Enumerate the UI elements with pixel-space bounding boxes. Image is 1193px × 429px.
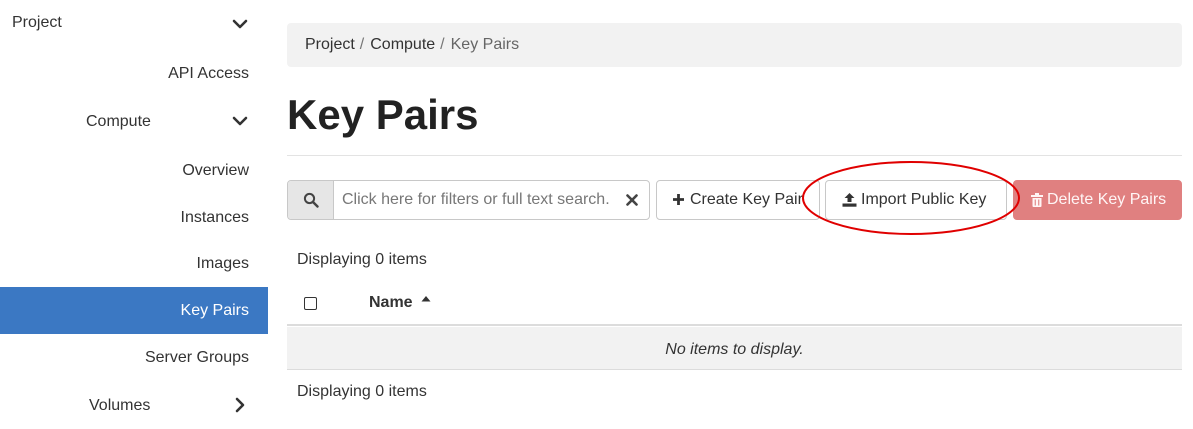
create-key-pair-label: Create Key Pair xyxy=(690,191,803,208)
sidebar-item-label: Overview xyxy=(182,162,249,179)
create-key-pair-button[interactable]: Create Key Pair xyxy=(656,180,820,220)
upload-icon xyxy=(842,193,857,207)
breadcrumb: Project / Compute / Key Pairs xyxy=(287,23,1182,67)
sidebar-item-label: Project xyxy=(12,14,62,31)
import-public-key-button[interactable]: Import Public Key xyxy=(825,180,1007,220)
sidebar-item-api-access[interactable]: API Access xyxy=(0,50,268,97)
caret-up-icon xyxy=(421,296,431,302)
sidebar-item-label: Key Pairs xyxy=(180,302,249,319)
search-button[interactable] xyxy=(288,181,334,219)
sidebar-item-key-pairs[interactable]: Key Pairs xyxy=(0,287,268,334)
sidebar-item-compute[interactable]: Compute xyxy=(0,98,268,145)
chevron-right-icon xyxy=(235,397,245,413)
column-header-name[interactable]: Name xyxy=(369,294,413,312)
plus-icon xyxy=(673,194,684,205)
sidebar-item-server-groups[interactable]: Server Groups xyxy=(0,334,268,381)
search-input[interactable] xyxy=(335,181,625,219)
trash-icon xyxy=(1031,193,1043,207)
times-icon[interactable] xyxy=(625,193,639,207)
sidebar-item-label: Compute xyxy=(86,113,151,130)
breadcrumb-separator: / xyxy=(440,36,445,53)
search-filter-group xyxy=(287,180,650,220)
item-count-top: Displaying 0 items xyxy=(297,251,427,268)
item-count-bottom: Displaying 0 items xyxy=(297,383,427,400)
import-public-key-label: Import Public Key xyxy=(861,191,987,208)
empty-table-message: No items to display. xyxy=(287,327,1182,370)
sidebar-item-project[interactable]: Project xyxy=(0,0,268,47)
chevron-down-icon xyxy=(232,116,248,126)
delete-key-pairs-button[interactable]: Delete Key Pairs xyxy=(1013,180,1182,220)
breadcrumb-separator: / xyxy=(359,36,365,53)
chevron-down-icon xyxy=(232,19,248,29)
title-divider xyxy=(287,155,1182,156)
table-header: Name xyxy=(287,282,1182,326)
sidebar-item-label: Images xyxy=(196,255,249,272)
sidebar-item-images[interactable]: Images xyxy=(0,240,268,287)
sidebar: Project API Access Compute Overview Inst… xyxy=(0,0,268,422)
sidebar-item-label: Instances xyxy=(180,209,249,226)
sidebar-item-overview[interactable]: Overview xyxy=(0,147,268,194)
sidebar-item-label: API Access xyxy=(168,65,249,82)
breadcrumb-current: Key Pairs xyxy=(450,36,520,53)
select-all-checkbox[interactable] xyxy=(304,297,317,310)
search-icon xyxy=(303,192,319,208)
delete-key-pairs-label: Delete Key Pairs xyxy=(1047,191,1167,208)
sidebar-item-label: Server Groups xyxy=(144,349,249,366)
breadcrumb-project[interactable]: Project xyxy=(305,36,355,53)
sidebar-item-instances[interactable]: Instances xyxy=(0,194,268,241)
breadcrumb-compute[interactable]: Compute xyxy=(370,36,435,53)
page-title: Key Pairs xyxy=(287,91,479,138)
